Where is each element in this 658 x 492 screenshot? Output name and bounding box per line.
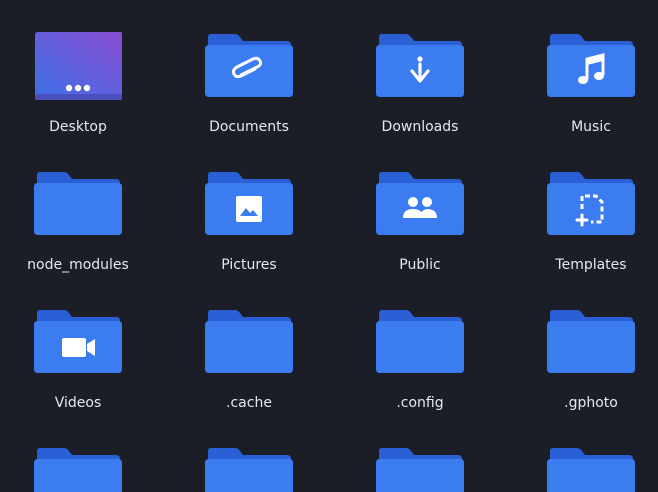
plain-folder-icon: [205, 448, 293, 492]
folder-label: .config: [396, 395, 444, 411]
music-note-icon: [547, 34, 635, 97]
folder-item-row4-4[interactable]: [521, 445, 658, 492]
folder-label: Public: [399, 257, 441, 273]
folder-label: Pictures: [221, 257, 277, 273]
file-grid: Desktop Documents Downloads Music node_m…: [0, 0, 658, 492]
image-icon: [205, 172, 293, 235]
folder-item-row4-3[interactable]: [350, 445, 490, 492]
folder-item-videos[interactable]: Videos: [8, 307, 148, 437]
folder-label: .gphoto: [564, 395, 618, 411]
folder-item-pictures[interactable]: Pictures: [179, 169, 319, 299]
plain-folder-icon: [547, 310, 635, 373]
folder-item-desktop[interactable]: Desktop: [8, 31, 148, 161]
folder-item-downloads[interactable]: Downloads: [350, 31, 490, 161]
folder-label: Templates: [555, 257, 627, 273]
folder-label: node_modules: [27, 257, 129, 273]
folder-label: Desktop: [49, 119, 107, 135]
folder-label: Music: [571, 119, 611, 135]
folder-label: Videos: [54, 395, 102, 411]
plain-folder-icon: [376, 310, 464, 373]
folder-item-row4-2[interactable]: [179, 445, 319, 492]
folder-item-documents[interactable]: Documents: [179, 31, 319, 161]
folder-label: .cache: [226, 395, 272, 411]
template-icon: [547, 172, 635, 235]
plain-folder-icon: [376, 448, 464, 492]
folder-item-row4-1[interactable]: [8, 445, 148, 492]
folder-item-node-modules[interactable]: node_modules: [8, 169, 148, 299]
folder-item-templates[interactable]: Templates: [521, 169, 658, 299]
folder-label: Downloads: [381, 119, 459, 135]
video-camera-icon: [34, 310, 122, 373]
folder-item-cache[interactable]: .cache: [179, 307, 319, 437]
people-icon: [376, 172, 464, 235]
folder-item-music[interactable]: Music: [521, 31, 658, 161]
folder-item-public[interactable]: Public: [350, 169, 490, 299]
folder-item-config[interactable]: .config: [350, 307, 490, 437]
plain-folder-icon: [205, 310, 293, 373]
folder-label: Documents: [209, 119, 289, 135]
plain-folder-icon: [547, 448, 635, 492]
paperclip-icon: [205, 34, 293, 97]
plain-folder-icon: [34, 172, 122, 235]
folder-item-gphoto[interactable]: .gphoto: [521, 307, 658, 437]
download-icon: [376, 34, 464, 97]
desktop-icon: [35, 32, 122, 100]
plain-folder-icon: [34, 448, 122, 492]
